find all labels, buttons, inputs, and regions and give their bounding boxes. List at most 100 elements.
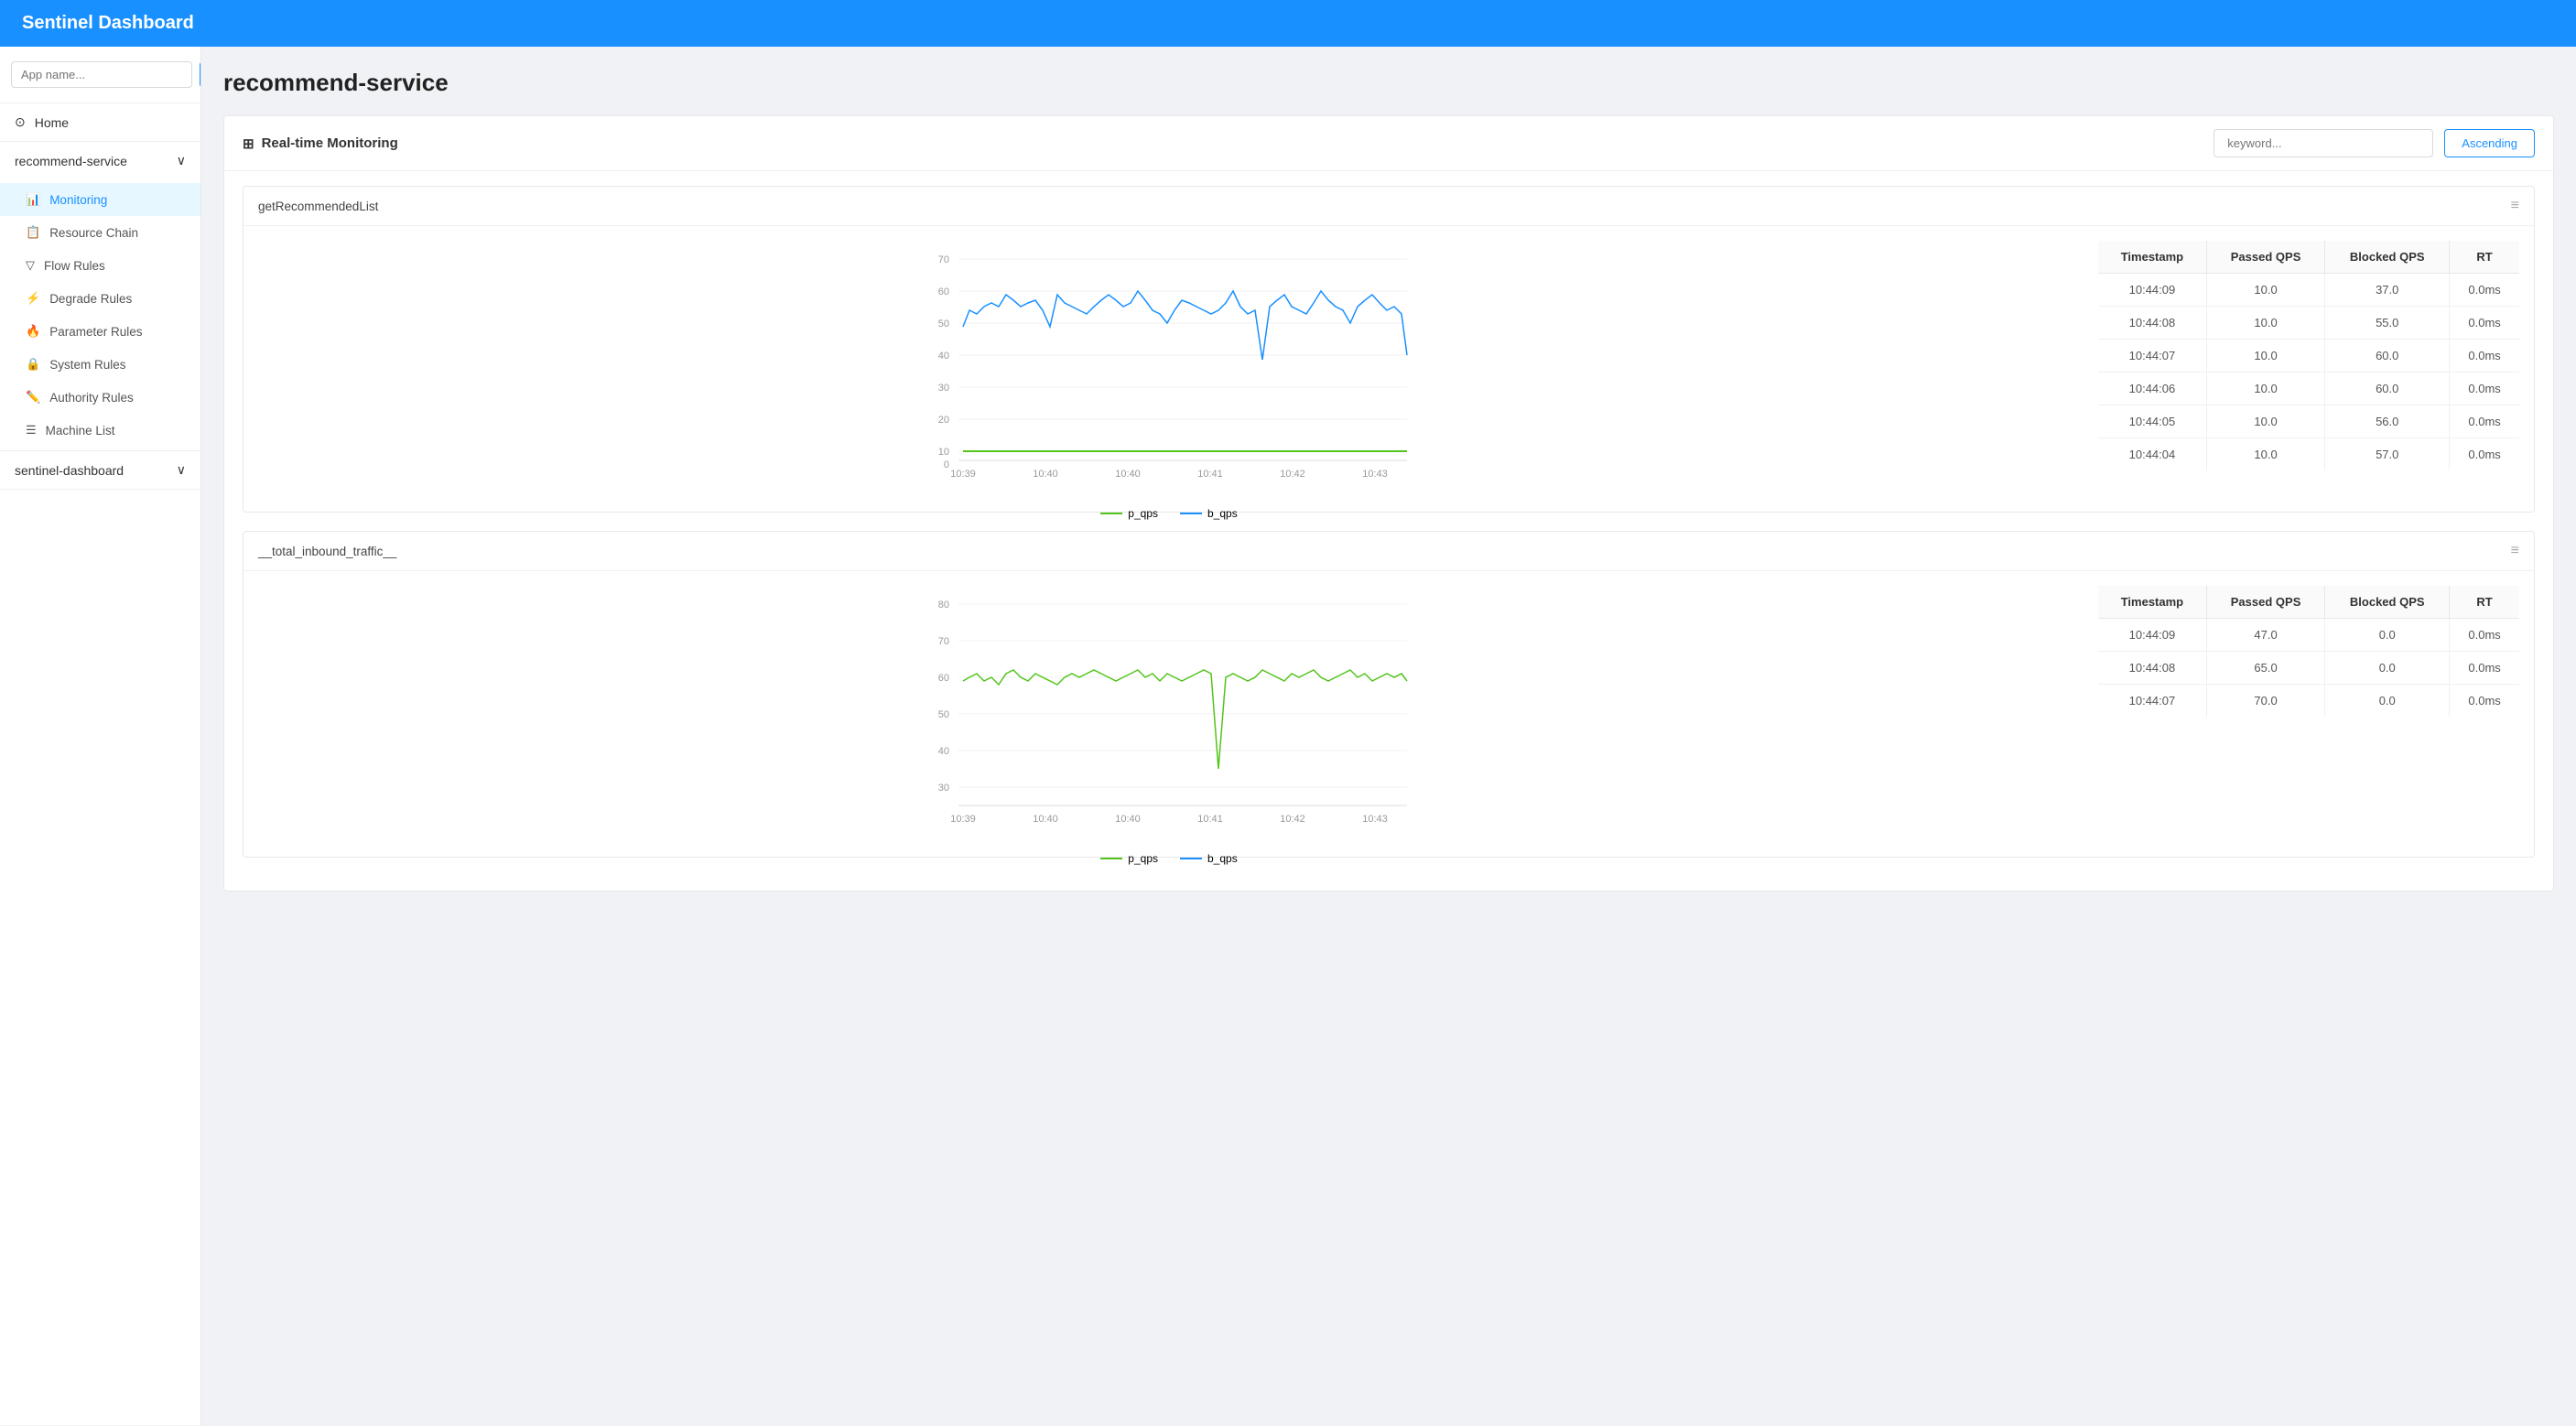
- sidebar-item-resource-chain[interactable]: 📋 Resource Chain: [0, 216, 200, 249]
- legend-bqps-2: b_qps: [1180, 852, 1238, 865]
- col-timestamp-1: Timestamp: [2098, 241, 2206, 274]
- app-title: Sentinel Dashboard: [22, 13, 194, 33]
- metric-card-2-header: __total_inbound_traffic__ ≡: [244, 532, 2534, 571]
- chart-area-2: 80 70 60 50 40 30 10:39 10:40 10:40 10: [258, 586, 2080, 842]
- legend-pqps: p_qps: [1100, 507, 1158, 520]
- table-area-2: Timestamp Passed QPS Blocked QPS RT 10:4…: [2098, 586, 2519, 842]
- service-group-recommend: recommend-service ∨ 📊 Monitoring 📋 Resou…: [0, 142, 200, 451]
- parameter-rules-icon: 🔥: [26, 324, 40, 339]
- svg-text:60: 60: [938, 673, 949, 684]
- legend-pqps-2: p_qps: [1100, 852, 1158, 865]
- home-icon: ⊙: [15, 114, 26, 130]
- col-timestamp-2: Timestamp: [2098, 586, 2206, 619]
- table-row: 10:44:0947.00.00.0ms: [2098, 619, 2519, 652]
- chart-svg-2: 80 70 60 50 40 30 10:39 10:40 10:40 10: [258, 586, 2080, 842]
- sidebar: Search ⊙ Home recommend-service ∨ 📊 Moni…: [0, 47, 201, 1425]
- metric-card-2-body: 80 70 60 50 40 30 10:39 10:40 10:40 10: [244, 571, 2534, 857]
- svg-text:10:40: 10:40: [1115, 814, 1141, 825]
- metric-card-1-title: getRecommendedList: [258, 200, 378, 213]
- svg-text:0: 0: [944, 459, 949, 470]
- svg-text:40: 40: [938, 351, 949, 362]
- svg-text:10:41: 10:41: [1197, 469, 1223, 480]
- service-group-sentinel: sentinel-dashboard ∨: [0, 451, 200, 490]
- table-row: 10:44:0810.055.00.0ms: [2098, 307, 2519, 340]
- authority-rules-icon: ✏️: [26, 390, 40, 405]
- flow-rules-icon: ▽: [26, 258, 35, 273]
- col-rt-1: RT: [2450, 241, 2519, 274]
- svg-text:50: 50: [938, 319, 949, 329]
- table-row: 10:44:0910.037.00.0ms: [2098, 274, 2519, 307]
- metric-card-1-header: getRecommendedList ≡: [244, 187, 2534, 226]
- service-group-header-sentinel[interactable]: sentinel-dashboard ∨: [0, 451, 200, 489]
- svg-text:20: 20: [938, 415, 949, 426]
- svg-text:10:39: 10:39: [950, 814, 976, 825]
- svg-text:10:43: 10:43: [1362, 814, 1388, 825]
- menu-icon-2[interactable]: ≡: [2511, 543, 2519, 559]
- legend-bqps: b_qps: [1180, 507, 1238, 520]
- sentinel-service-name: sentinel-dashboard: [15, 463, 124, 478]
- sort-icon: ⊞: [243, 135, 254, 152]
- bqps-label: b_qps: [1207, 507, 1238, 520]
- sidebar-item-machine-list[interactable]: ☰ Machine List: [0, 414, 200, 447]
- sidebar-item-flow-rules[interactable]: ▽ Flow Rules: [0, 249, 200, 282]
- svg-text:50: 50: [938, 709, 949, 720]
- resource-chain-label: Resource Chain: [49, 226, 138, 240]
- svg-text:10:43: 10:43: [1362, 469, 1388, 480]
- home-label: Home: [35, 115, 69, 130]
- header-controls: Ascending: [2213, 129, 2535, 157]
- svg-text:70: 70: [938, 636, 949, 647]
- resource-chain-icon: 📋: [26, 225, 40, 240]
- table-row: 10:44:0710.060.00.0ms: [2098, 340, 2519, 373]
- monitoring-card: ⊞ Real-time Monitoring Ascending getReco…: [223, 115, 2554, 891]
- service-group-header-recommend[interactable]: recommend-service ∨: [0, 142, 200, 179]
- parameter-rules-label: Parameter Rules: [49, 325, 142, 339]
- monitoring-icon: 📊: [26, 192, 40, 207]
- ascending-button[interactable]: Ascending: [2444, 129, 2535, 157]
- flow-rules-label: Flow Rules: [44, 259, 105, 273]
- main-content: recommend-service ⊞ Real-time Monitoring…: [201, 47, 2576, 1425]
- col-passed-qps-1: Passed QPS: [2206, 241, 2324, 274]
- col-blocked-qps-1: Blocked QPS: [2325, 241, 2450, 274]
- svg-text:80: 80: [938, 600, 949, 610]
- pqps-line: [1100, 513, 1122, 514]
- nav-items-recommend: 📊 Monitoring 📋 Resource Chain ▽ Flow Rul…: [0, 179, 200, 450]
- keyword-input[interactable]: [2213, 129, 2433, 157]
- system-rules-icon: 🔒: [26, 357, 40, 372]
- sidebar-item-parameter-rules[interactable]: 🔥 Parameter Rules: [0, 315, 200, 348]
- svg-text:10:42: 10:42: [1280, 469, 1305, 480]
- sidebar-item-authority-rules[interactable]: ✏️ Authority Rules: [0, 381, 200, 414]
- table-row: 10:44:0410.057.00.0ms: [2098, 438, 2519, 471]
- main-layout: Search ⊙ Home recommend-service ∨ 📊 Moni…: [0, 47, 2576, 1425]
- svg-text:60: 60: [938, 286, 949, 297]
- metric-card-1-body: 70 60 50 40 30 20 10 0 10:39 10:40: [244, 226, 2534, 512]
- system-rules-label: System Rules: [49, 358, 125, 372]
- chart-svg-1: 70 60 50 40 30 20 10 0 10:39 10:40: [258, 241, 2080, 497]
- pqps-label-2: p_qps: [1128, 852, 1158, 865]
- data-table-1: Timestamp Passed QPS Blocked QPS RT 10:4…: [2098, 241, 2519, 470]
- sidebar-item-system-rules[interactable]: 🔒 System Rules: [0, 348, 200, 381]
- table-row: 10:44:0770.00.00.0ms: [2098, 685, 2519, 718]
- monitoring-card-header: ⊞ Real-time Monitoring Ascending: [224, 116, 2553, 171]
- metric-card-1: getRecommendedList ≡: [243, 186, 2535, 513]
- sidebar-item-monitoring[interactable]: 📊 Monitoring: [0, 183, 200, 216]
- col-blocked-qps-2: Blocked QPS: [2325, 586, 2450, 619]
- monitoring-title: ⊞ Real-time Monitoring: [243, 135, 398, 152]
- svg-text:70: 70: [938, 254, 949, 265]
- metric-section: getRecommendedList ≡: [224, 171, 2553, 891]
- home-nav-item[interactable]: ⊙ Home: [0, 103, 200, 142]
- pqps-line-2: [1100, 858, 1122, 859]
- col-passed-qps-2: Passed QPS: [2206, 586, 2324, 619]
- sidebar-item-degrade-rules[interactable]: ⚡ Degrade Rules: [0, 282, 200, 315]
- metric-card-2-title: __total_inbound_traffic__: [258, 545, 396, 558]
- degrade-rules-icon: ⚡: [26, 291, 40, 306]
- menu-icon-1[interactable]: ≡: [2511, 198, 2519, 214]
- svg-text:10:40: 10:40: [1115, 469, 1141, 480]
- search-input[interactable]: [11, 61, 192, 88]
- svg-text:10:40: 10:40: [1033, 814, 1058, 825]
- svg-text:10:39: 10:39: [950, 469, 976, 480]
- page-title: recommend-service: [223, 69, 2554, 97]
- monitoring-label: Monitoring: [49, 193, 107, 207]
- app-header: Sentinel Dashboard: [0, 0, 2576, 47]
- chart-legend-2: p_qps b_qps: [258, 845, 2080, 869]
- machine-list-label: Machine List: [46, 424, 115, 438]
